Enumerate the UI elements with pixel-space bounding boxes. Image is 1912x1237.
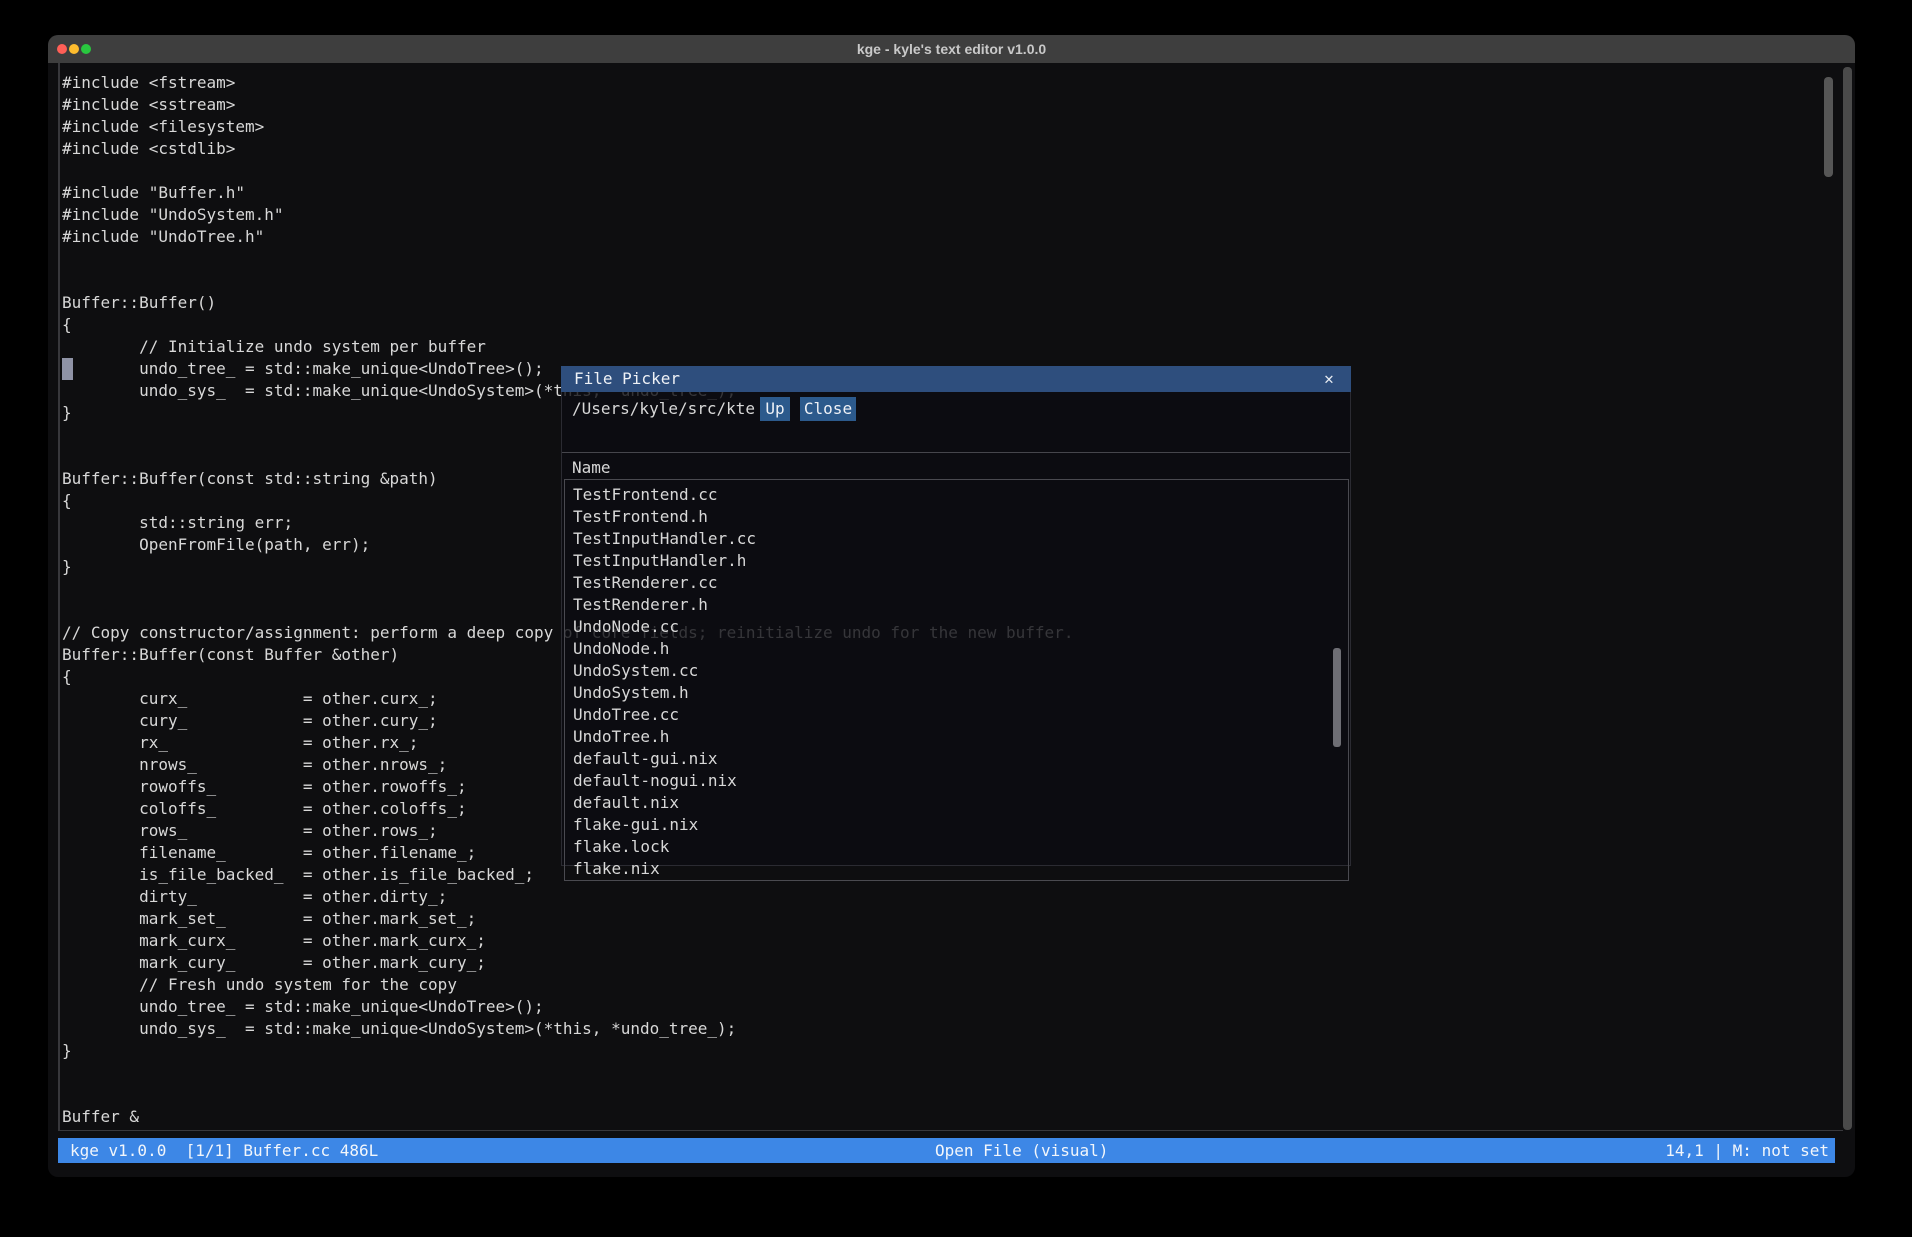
status-bar: kge v1.0.0 [1/1] Buffer.cc 486L Open Fil… bbox=[58, 1138, 1835, 1163]
list-item[interactable]: flake.lock bbox=[565, 836, 1348, 858]
current-path: /Users/kyle/src/kte bbox=[572, 397, 755, 421]
list-item[interactable]: TestRenderer.h bbox=[565, 594, 1348, 616]
list-item[interactable]: default-nogui.nix bbox=[565, 770, 1348, 792]
list-item[interactable]: TestInputHandler.cc bbox=[565, 528, 1348, 550]
status-cursor-position: 14,1 | M: not set bbox=[1665, 1138, 1829, 1163]
list-item[interactable]: TestFrontend.h bbox=[565, 506, 1348, 528]
column-header-name: Name bbox=[572, 455, 611, 481]
scrollbar-track[interactable] bbox=[1843, 67, 1852, 1130]
close-button[interactable]: Close bbox=[800, 397, 856, 421]
list-item[interactable]: default.nix bbox=[565, 792, 1348, 814]
list-item[interactable]: default-gui.nix bbox=[565, 748, 1348, 770]
status-mode: Open File (visual) bbox=[935, 1138, 1108, 1163]
editor-frame-left bbox=[58, 63, 60, 1130]
window-title: kge - kyle's text editor v1.0.0 bbox=[48, 35, 1855, 63]
file-picker-body: /Users/kyle/src/kte Up Close Name TestFr… bbox=[561, 392, 1351, 866]
window-titlebar: kge - kyle's text editor v1.0.0 bbox=[48, 35, 1855, 63]
file-picker-title: File Picker bbox=[574, 366, 680, 392]
list-item[interactable]: TestRenderer.cc bbox=[565, 572, 1348, 594]
list-item[interactable]: UndoSystem.h bbox=[565, 682, 1348, 704]
list-item[interactable]: UndoNode.h bbox=[565, 638, 1348, 660]
list-item[interactable]: TestFrontend.cc bbox=[565, 484, 1348, 506]
list-item[interactable]: flake-gui.nix bbox=[565, 814, 1348, 836]
app-window: #include <fstream> #include <sstream> #i… bbox=[48, 35, 1855, 1177]
file-picker-dialog: File Picker ✕ /Users/kyle/src/kte Up Clo… bbox=[561, 366, 1351, 866]
editor-frame-bottom bbox=[58, 1130, 1843, 1131]
up-button[interactable]: Up bbox=[760, 397, 790, 421]
separator bbox=[562, 452, 1350, 453]
text-cursor bbox=[62, 358, 73, 380]
editor-scrollbar-thumb[interactable] bbox=[1824, 77, 1833, 177]
list-item[interactable]: UndoNode.cc bbox=[565, 616, 1348, 638]
list-item[interactable]: TestInputHandler.h bbox=[565, 550, 1348, 572]
file-picker-list[interactable]: TestFrontend.ccTestFrontend.hTestInputHa… bbox=[564, 479, 1349, 881]
path-row: /Users/kyle/src/kte Up Close bbox=[562, 392, 1350, 427]
list-item[interactable]: UndoSystem.cc bbox=[565, 660, 1348, 682]
list-item[interactable]: UndoTree.h bbox=[565, 726, 1348, 748]
file-list-scrollbar-thumb[interactable] bbox=[1333, 648, 1341, 747]
file-picker-titlebar[interactable]: File Picker ✕ bbox=[561, 366, 1351, 392]
close-icon[interactable]: ✕ bbox=[1319, 366, 1339, 392]
status-version-file: kge v1.0.0 [1/1] Buffer.cc 486L bbox=[70, 1138, 378, 1163]
list-item[interactable]: flake.nix bbox=[565, 858, 1348, 880]
list-item[interactable]: UndoTree.cc bbox=[565, 704, 1348, 726]
